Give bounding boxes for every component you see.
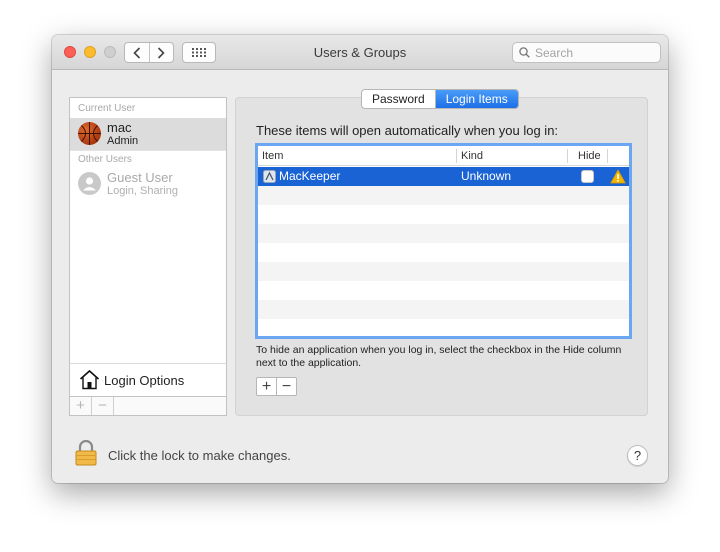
column-header-item[interactable]: Item <box>258 146 283 166</box>
add-login-item-button[interactable]: + <box>257 378 276 395</box>
remove-user-button[interactable]: − <box>92 397 114 415</box>
back-button[interactable] <box>125 43 149 62</box>
chevron-left-icon <box>133 46 140 59</box>
login-items-intro: These items will open automatically when… <box>256 123 559 138</box>
user-row-mac[interactable]: mac Admin <box>70 118 226 150</box>
login-options-item[interactable]: Login Options <box>70 363 226 395</box>
user-silhouette-icon <box>78 172 101 195</box>
login-items-panel: Password Login Items These items will op… <box>235 89 648 416</box>
login-items-table[interactable]: Item Kind Hide MacKeeper Unknown <box>255 143 632 339</box>
lock-message: Click the lock to make changes. <box>108 448 291 463</box>
login-items-button-bar: + − <box>256 377 297 396</box>
tab-password[interactable]: Password <box>362 90 435 108</box>
remove-login-item-button[interactable]: − <box>276 378 296 395</box>
current-user-heading: Current User <box>78 103 136 114</box>
add-user-button[interactable]: + <box>70 397 92 415</box>
basketball-avatar <box>78 122 101 145</box>
lock-icon[interactable] <box>75 440 97 466</box>
titlebar: Users & Groups <box>52 35 668 70</box>
login-options-label: Login Options <box>104 373 185 388</box>
sidebar-button-bar: + − <box>70 396 226 415</box>
app-icon <box>263 170 276 183</box>
help-button[interactable]: ? <box>627 445 648 466</box>
column-header-kind[interactable]: Kind <box>457 146 483 166</box>
grid-icon <box>192 48 206 57</box>
navigation-buttons <box>124 42 174 63</box>
house-icon <box>79 369 100 390</box>
hide-instructions: To hide an application when you log in, … <box>256 344 622 369</box>
user-name: mac <box>107 120 132 135</box>
column-header-hide[interactable]: Hide <box>574 146 601 166</box>
tab-bar: Password Login Items <box>361 89 519 109</box>
table-header: Item Kind Hide <box>258 146 629 166</box>
search-input[interactable] <box>512 42 661 63</box>
search-icon <box>519 47 530 58</box>
user-role: Admin <box>107 135 139 147</box>
other-users-heading: Other Users <box>78 154 132 165</box>
warning-icon <box>610 169 626 184</box>
show-all-button[interactable] <box>182 42 216 63</box>
users-groups-window: Users & Groups Current User mac Admin Ot… <box>52 35 668 483</box>
hide-checkbox[interactable] <box>581 170 594 183</box>
zoom-button[interactable] <box>104 46 116 58</box>
row-kind: Unknown <box>461 169 512 183</box>
close-button[interactable] <box>64 46 76 58</box>
tab-login-items[interactable]: Login Items <box>434 90 518 108</box>
user-row-guest[interactable]: Guest User Login, Sharing <box>70 168 226 200</box>
table-row[interactable]: MacKeeper Unknown <box>258 167 629 186</box>
chevron-right-icon <box>158 46 165 59</box>
minimize-button[interactable] <box>84 46 96 58</box>
guest-user-detail: Login, Sharing <box>107 185 178 197</box>
forward-button[interactable] <box>148 43 174 62</box>
row-item-name: MacKeeper <box>279 169 341 183</box>
guest-user-name: Guest User <box>107 170 173 185</box>
users-sidebar: Current User mac Admin Other Users Guest… <box>69 97 227 416</box>
